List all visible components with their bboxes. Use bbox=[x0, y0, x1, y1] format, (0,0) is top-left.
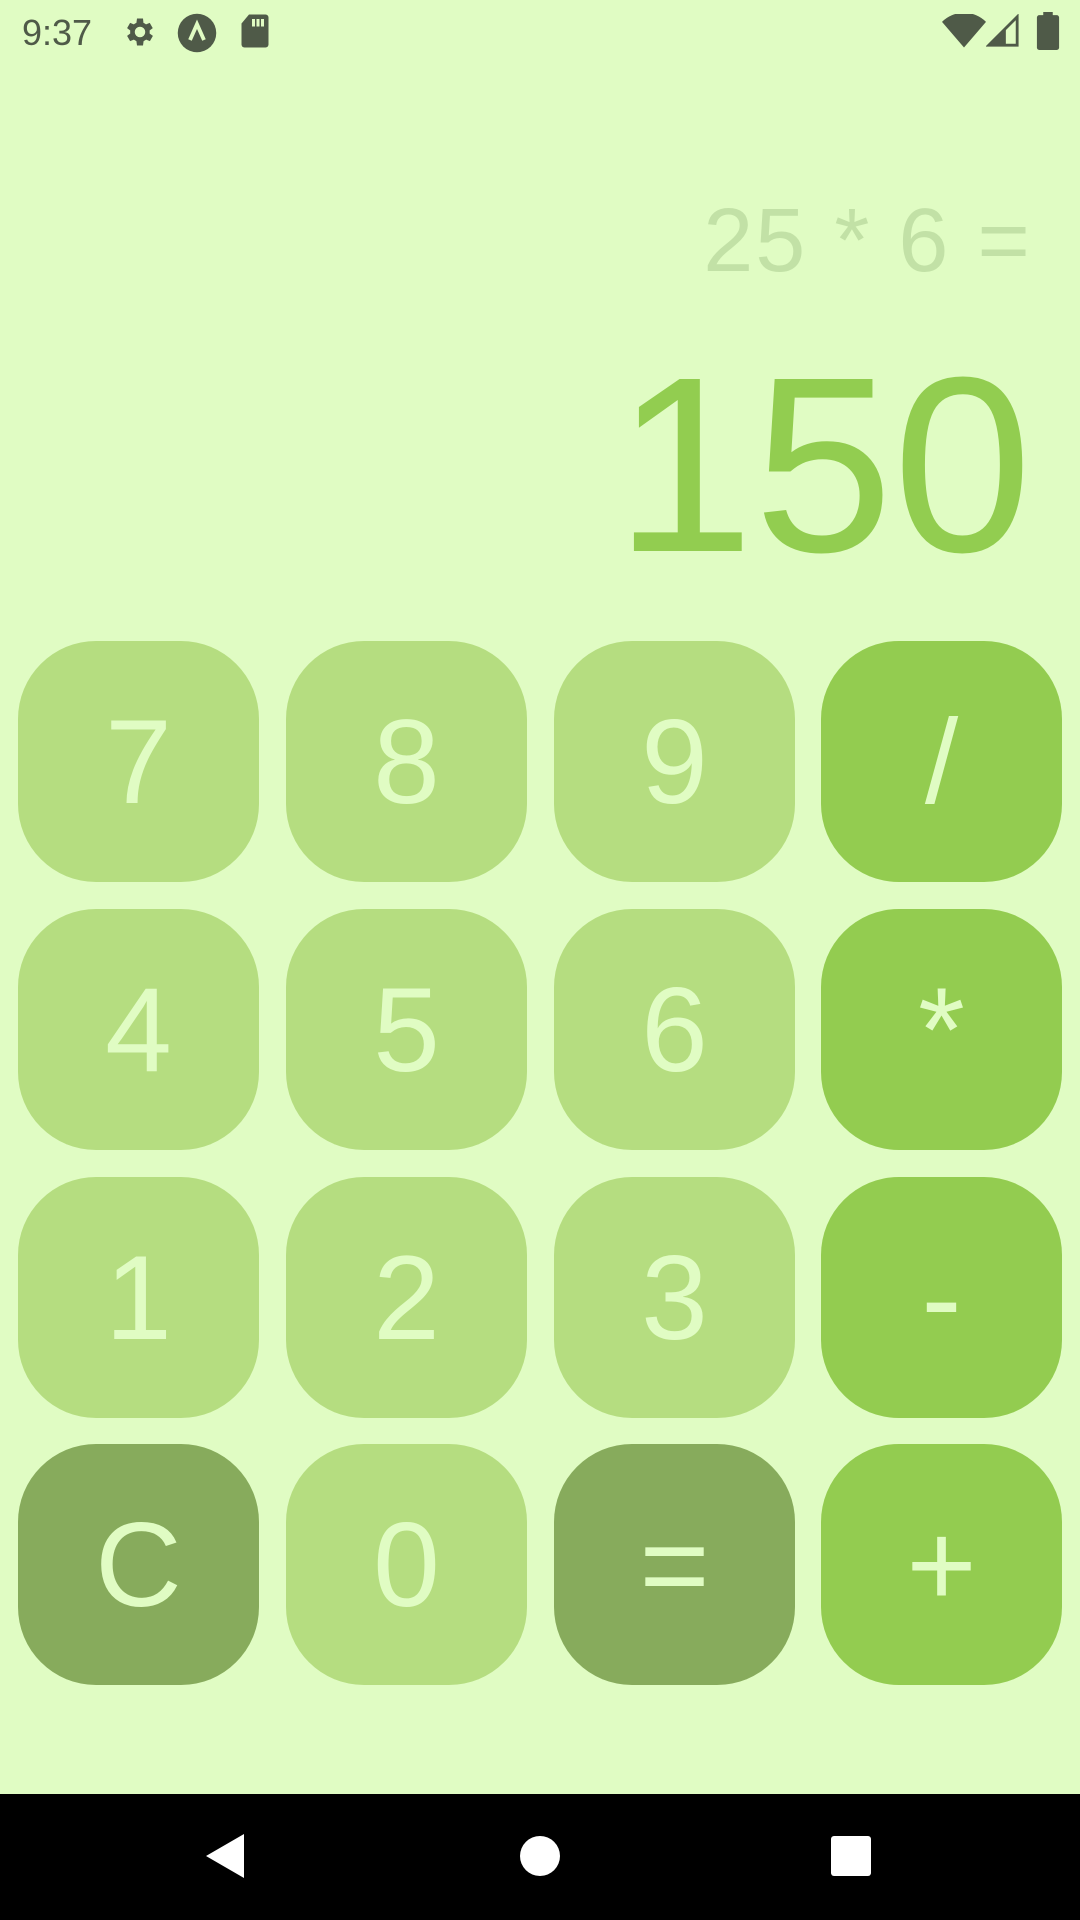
key-5[interactable]: 5 bbox=[286, 909, 527, 1150]
key-1[interactable]: 1 bbox=[18, 1177, 259, 1418]
back-icon[interactable] bbox=[194, 1824, 258, 1888]
key-divide[interactable]: / bbox=[821, 641, 1062, 882]
expression-display: 25 * 6 = bbox=[703, 191, 1032, 291]
sd-card-icon bbox=[241, 14, 269, 48]
key-0[interactable]: 0 bbox=[286, 1444, 527, 1685]
gear-icon bbox=[127, 18, 153, 46]
battery-icon bbox=[1036, 12, 1060, 50]
key-3[interactable]: 3 bbox=[554, 1177, 795, 1418]
key-clear[interactable]: C bbox=[18, 1444, 259, 1685]
key-2[interactable]: 2 bbox=[286, 1177, 527, 1418]
key-multiply[interactable]: * bbox=[821, 909, 1062, 1150]
key-4[interactable]: 4 bbox=[18, 909, 259, 1150]
wifi-icon bbox=[942, 14, 986, 48]
home-icon[interactable] bbox=[508, 1824, 572, 1888]
key-7[interactable]: 7 bbox=[18, 641, 259, 882]
recents-icon[interactable] bbox=[819, 1824, 883, 1888]
status-time: 9:37 bbox=[22, 12, 93, 53]
key-6[interactable]: 6 bbox=[554, 909, 795, 1150]
a-circle-icon bbox=[177, 13, 217, 53]
navigation-bar bbox=[0, 1794, 1080, 1920]
key-8[interactable]: 8 bbox=[286, 641, 527, 882]
signal-icon bbox=[986, 14, 1019, 47]
status-bar: 9:37 bbox=[0, 0, 1080, 64]
key-equals[interactable]: = bbox=[554, 1444, 795, 1685]
key-9[interactable]: 9 bbox=[554, 641, 795, 882]
result-display: 150 bbox=[614, 325, 1032, 604]
key-subtract[interactable]: - bbox=[821, 1177, 1062, 1418]
key-add[interactable]: + bbox=[821, 1444, 1062, 1685]
